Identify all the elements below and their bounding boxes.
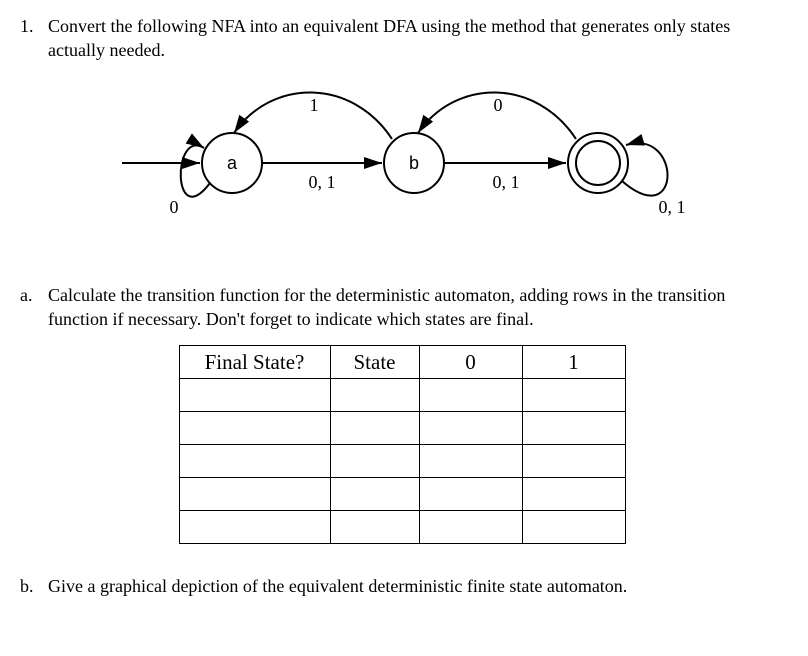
transition-table: Final State? State 0 1 (179, 345, 626, 544)
edge-a-self-loop-icon (181, 145, 210, 196)
transition-table-body (179, 379, 625, 544)
part-b: b. Give a graphical depiction of the equ… (20, 574, 784, 598)
edge-b-to-c-label: 0, 1 (493, 172, 520, 192)
table-row (179, 445, 625, 478)
nfa-svg: a 0 0, 1 1 b 0, 1 0 0, 1 (82, 83, 722, 243)
transition-table-wrap: Final State? State 0 1 (20, 345, 784, 544)
table-row (179, 379, 625, 412)
table-row (179, 412, 625, 445)
question-number: 1. (20, 14, 48, 38)
edge-c-to-b-label: 0 (494, 95, 503, 115)
edge-c-self-loop-icon (622, 143, 668, 195)
header-sym-0: 0 (419, 346, 522, 379)
part-a: a. Calculate the transition function for… (20, 283, 784, 332)
table-row (179, 511, 625, 544)
header-final-state: Final State? (179, 346, 330, 379)
edge-c-self-label: 0, 1 (659, 197, 686, 217)
nfa-diagram: a 0 0, 1 1 b 0, 1 0 0, 1 (20, 83, 784, 243)
header-state: State (330, 346, 419, 379)
state-c-inner (576, 141, 620, 185)
header-sym-1: 1 (522, 346, 625, 379)
table-row (179, 478, 625, 511)
question-text: Convert the following NFA into an equiva… (48, 14, 784, 63)
edge-b-to-a-label: 1 (310, 95, 319, 115)
edge-a-self-label: 0 (170, 197, 179, 217)
question-1: 1. Convert the following NFA into an equ… (20, 14, 784, 63)
edge-a-to-b-label: 0, 1 (309, 172, 336, 192)
part-a-label: a. (20, 283, 48, 307)
state-b-label: b (409, 153, 419, 173)
part-a-text: Calculate the transition function for th… (48, 283, 784, 332)
state-a-label: a (227, 153, 238, 173)
table-header-row: Final State? State 0 1 (179, 346, 625, 379)
part-b-label: b. (20, 574, 48, 598)
part-b-text: Give a graphical depiction of the equiva… (48, 574, 784, 598)
